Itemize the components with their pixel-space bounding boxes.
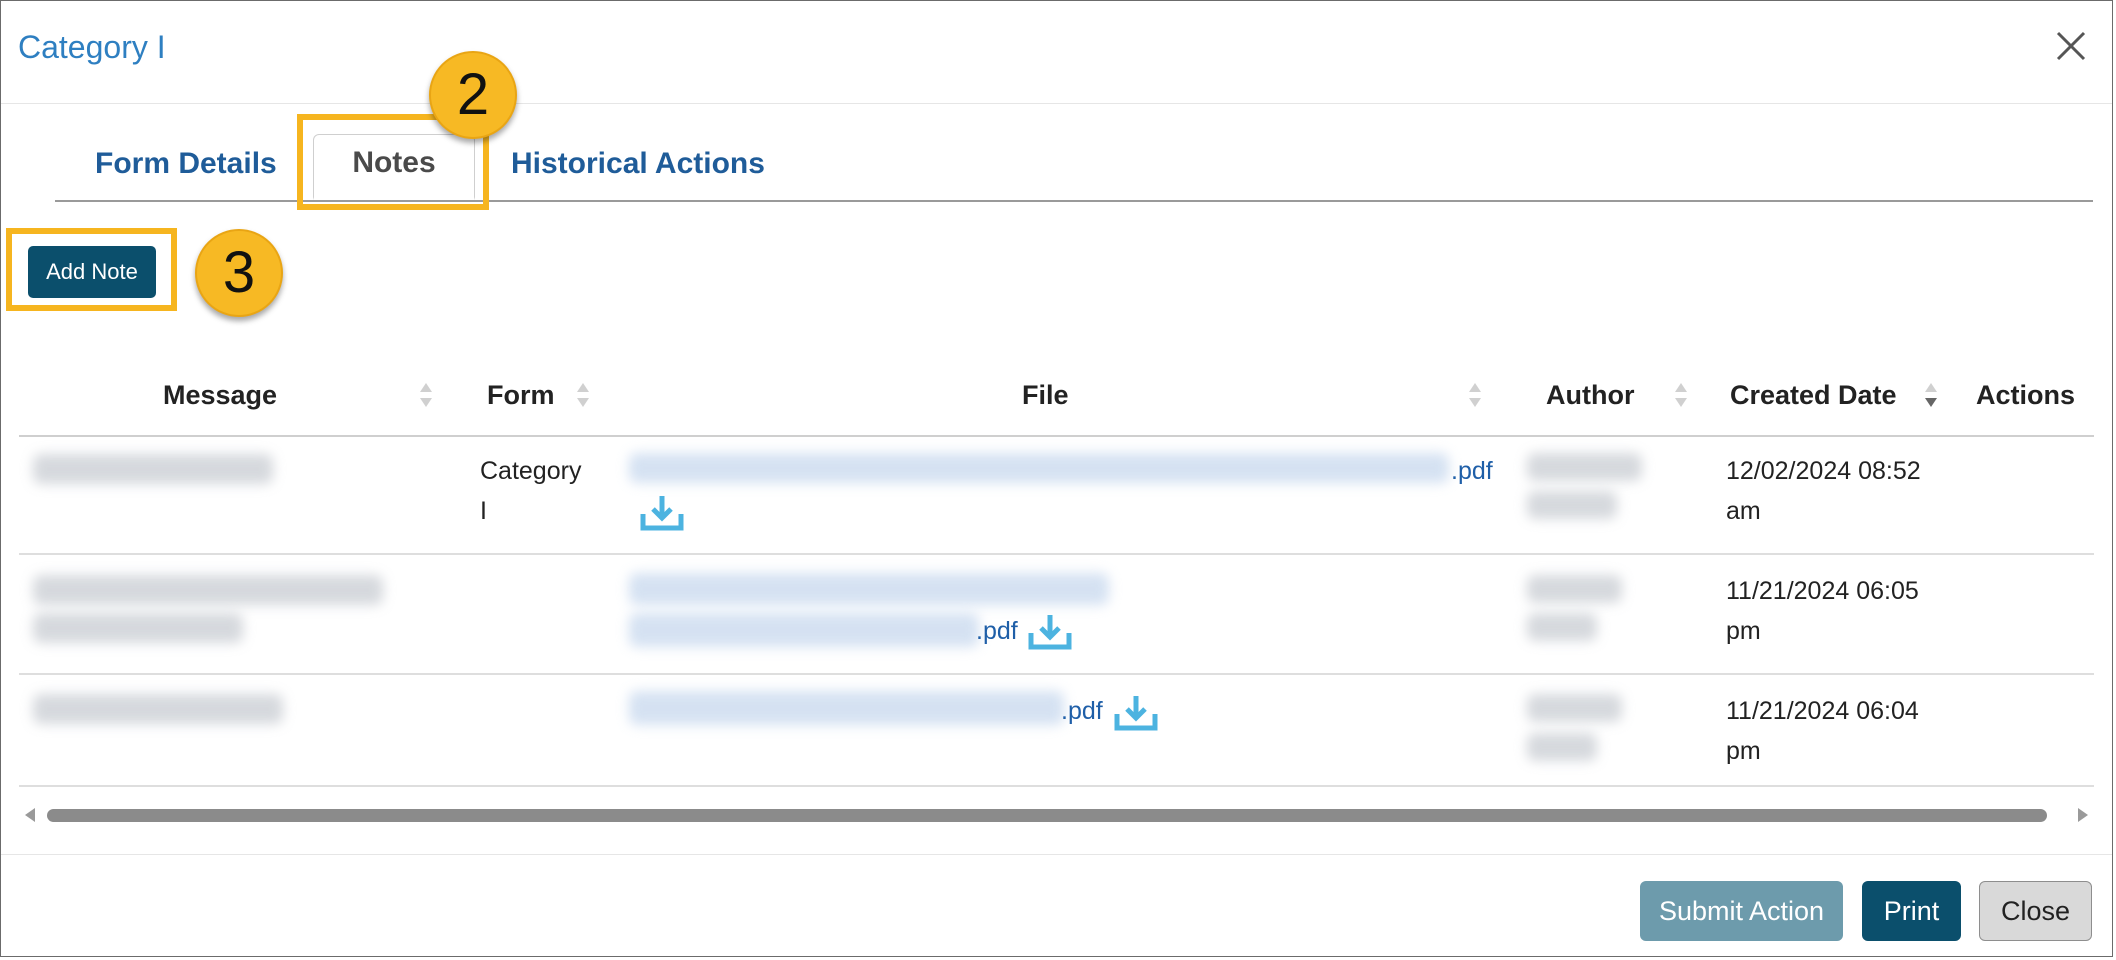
download-icon[interactable]: [1027, 612, 1073, 652]
tab-form-details[interactable]: Form Details: [95, 136, 277, 200]
redacted-message: [33, 694, 283, 724]
header-divider: [19, 435, 2094, 437]
redacted-message: [33, 613, 243, 643]
sort-icon[interactable]: [1673, 381, 1689, 409]
redacted-author: [1527, 453, 1642, 481]
column-header-actions: Actions: [1976, 380, 2076, 410]
created-date-line2: am: [1726, 497, 1761, 525]
callout-number: 2: [429, 51, 517, 139]
file-link-ext[interactable]: .pdf: [976, 611, 1018, 651]
sort-descending-icon[interactable]: [1923, 381, 1939, 409]
created-date-line1: 12/02/2024 08:52: [1726, 457, 1921, 485]
tab-historical-actions[interactable]: Historical Actions: [511, 136, 765, 200]
sort-icon[interactable]: [1467, 381, 1483, 409]
column-header-created-date[interactable]: Created Date: [1730, 361, 1897, 436]
notes-table: Message Form File Author Created Date Ac…: [19, 361, 2094, 787]
column-header-message[interactable]: Message: [163, 361, 277, 436]
scroll-left-icon[interactable]: [23, 807, 37, 823]
redacted-author: [1527, 575, 1622, 603]
download-icon[interactable]: [639, 493, 685, 533]
horizontal-scrollbar[interactable]: [19, 801, 2094, 829]
created-date-line2: pm: [1726, 617, 1761, 645]
redacted-author: [1527, 694, 1622, 722]
callout-number: 3: [195, 229, 283, 317]
redacted-message: [33, 454, 273, 484]
column-header-form[interactable]: Form: [487, 361, 555, 436]
created-date-line1: 11/21/2024 06:04: [1726, 697, 1919, 725]
category-dialog: Category I Form Details Notes Historical…: [0, 0, 2113, 957]
column-header-file[interactable]: File: [1022, 361, 1069, 436]
redacted-file-name: [629, 573, 1109, 605]
redacted-file-name: [629, 453, 1449, 483]
dialog-footer: Submit Action Print Close: [1, 854, 2112, 959]
sort-icon[interactable]: [418, 381, 434, 409]
row-divider: [19, 673, 2094, 675]
form-cell-line2: I: [480, 497, 487, 525]
form-cell-line1: Category: [480, 457, 582, 485]
created-date-line1: 11/21/2024 06:05: [1726, 577, 1919, 605]
redacted-file-name: [629, 613, 979, 647]
dialog-header: Category I: [1, 1, 2112, 104]
redacted-file-name: [629, 691, 1064, 725]
row-divider: [19, 553, 2094, 555]
scrollbar-thumb[interactable]: [47, 809, 2047, 822]
close-icon[interactable]: [2054, 29, 2088, 63]
print-button[interactable]: Print: [1862, 881, 1961, 941]
created-date-line2: pm: [1726, 737, 1761, 765]
sort-icon[interactable]: [575, 381, 591, 409]
redacted-message: [33, 575, 383, 605]
redacted-author: [1527, 733, 1597, 761]
column-header-author[interactable]: Author: [1546, 361, 1634, 436]
dialog-title: Category I: [18, 29, 166, 65]
add-note-button[interactable]: Add Note: [28, 246, 156, 298]
file-link-ext[interactable]: .pdf: [1061, 691, 1103, 731]
redacted-author: [1527, 613, 1597, 641]
scroll-right-icon[interactable]: [2076, 807, 2090, 823]
redacted-author: [1527, 491, 1617, 519]
download-icon[interactable]: [1113, 693, 1159, 733]
file-link-ext[interactable]: .pdf: [1451, 451, 1493, 491]
submit-action-button[interactable]: Submit Action: [1640, 881, 1843, 941]
row-divider: [19, 785, 2094, 787]
close-button[interactable]: Close: [1979, 881, 2092, 941]
